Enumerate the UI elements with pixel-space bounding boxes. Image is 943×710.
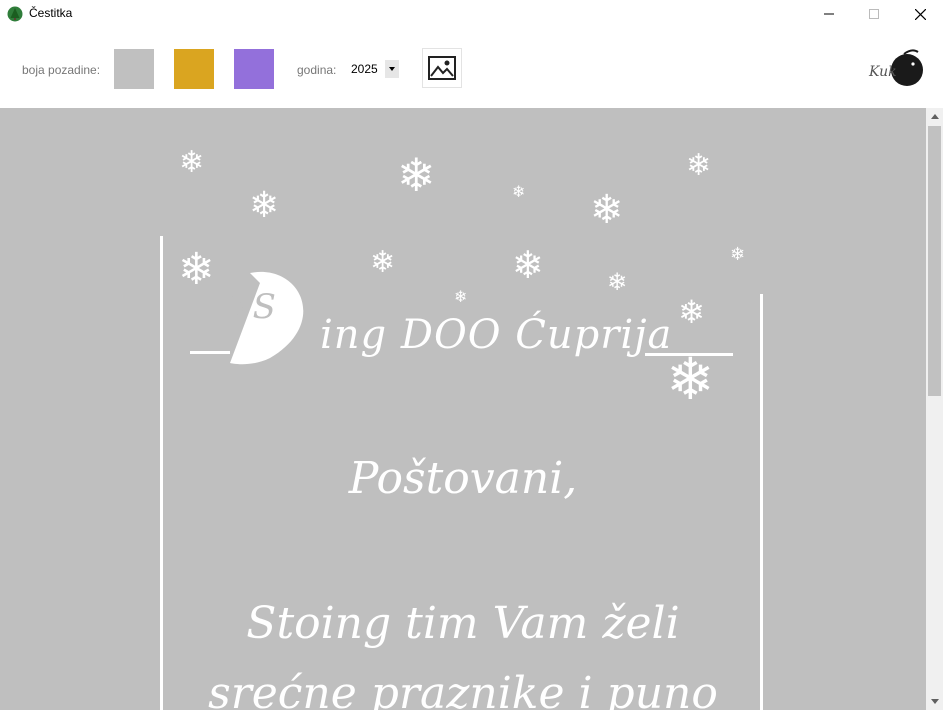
snowflake-icon: ❄ bbox=[730, 244, 746, 265]
brand-logo: Kuk bbox=[864, 48, 926, 90]
message-line-2: srećne praznike i puno bbox=[208, 668, 718, 710]
snowflake-icon: ❄ bbox=[607, 268, 628, 296]
message-line-1: Stoing tim Vam želi bbox=[246, 598, 680, 649]
background-color-label: boja pozadine: bbox=[22, 63, 101, 77]
chevron-down-icon[interactable] bbox=[385, 60, 399, 78]
company-logo-icon: TS bbox=[190, 271, 304, 365]
greeting-card: ❄ ❄ ❄ ❄ ❄ ❄ ❄ ❄ ❄ ❄ ❄ ❄ ❄ ❄ TS ing DOO Ć… bbox=[0, 108, 926, 710]
close-icon bbox=[914, 8, 926, 20]
snowflake-icon: ❄ bbox=[370, 245, 396, 280]
snowflake-icon: ❄ bbox=[454, 287, 468, 306]
image-icon bbox=[428, 56, 456, 80]
toolbar: boja pozadine: godina: 2025 Kuk bbox=[0, 28, 943, 108]
snowflake-icon: ❄ bbox=[179, 145, 205, 180]
scroll-down-arrow-icon[interactable] bbox=[926, 693, 943, 710]
swatch-gray[interactable] bbox=[114, 49, 154, 89]
company-underline bbox=[645, 353, 733, 356]
snowflake-icon: ❄ bbox=[686, 148, 712, 183]
swatch-gold[interactable] bbox=[174, 49, 214, 89]
snowflake-icon: ❄ bbox=[590, 187, 624, 233]
minimize-button[interactable] bbox=[806, 0, 852, 28]
snowflake-icon: ❄ bbox=[249, 185, 280, 226]
vertical-scrollbar[interactable] bbox=[926, 108, 943, 710]
app-tree-icon bbox=[7, 6, 23, 22]
snowflake-icon: ❄ bbox=[397, 148, 436, 202]
snowflake-icon: ❄ bbox=[678, 293, 705, 331]
scrollbar-thumb[interactable] bbox=[928, 126, 941, 396]
title-bar: Čestitka bbox=[0, 0, 943, 28]
maximize-icon bbox=[869, 9, 879, 19]
company-logo-letters: TS bbox=[230, 287, 276, 327]
maximize-button[interactable] bbox=[851, 0, 897, 28]
scroll-up-arrow-icon[interactable] bbox=[926, 108, 943, 125]
snowflake-icon: ❄ bbox=[512, 182, 526, 201]
greeting-text: Poštovani, bbox=[348, 453, 578, 504]
year-label: godina: bbox=[297, 63, 337, 77]
year-value: 2025 bbox=[351, 62, 378, 76]
company-name: ing DOO Ćuprija bbox=[320, 312, 673, 358]
snowflake-icon: ❄ bbox=[666, 345, 715, 413]
image-button[interactable] bbox=[422, 48, 462, 88]
close-button[interactable] bbox=[897, 0, 943, 28]
swatch-purple[interactable] bbox=[234, 49, 274, 89]
logo-text: Kuk bbox=[869, 64, 897, 80]
year-select[interactable]: 2025 bbox=[348, 59, 400, 79]
minimize-icon bbox=[824, 13, 834, 15]
snowflake-icon: ❄ bbox=[512, 243, 544, 287]
window-title: Čestitka bbox=[29, 6, 73, 20]
